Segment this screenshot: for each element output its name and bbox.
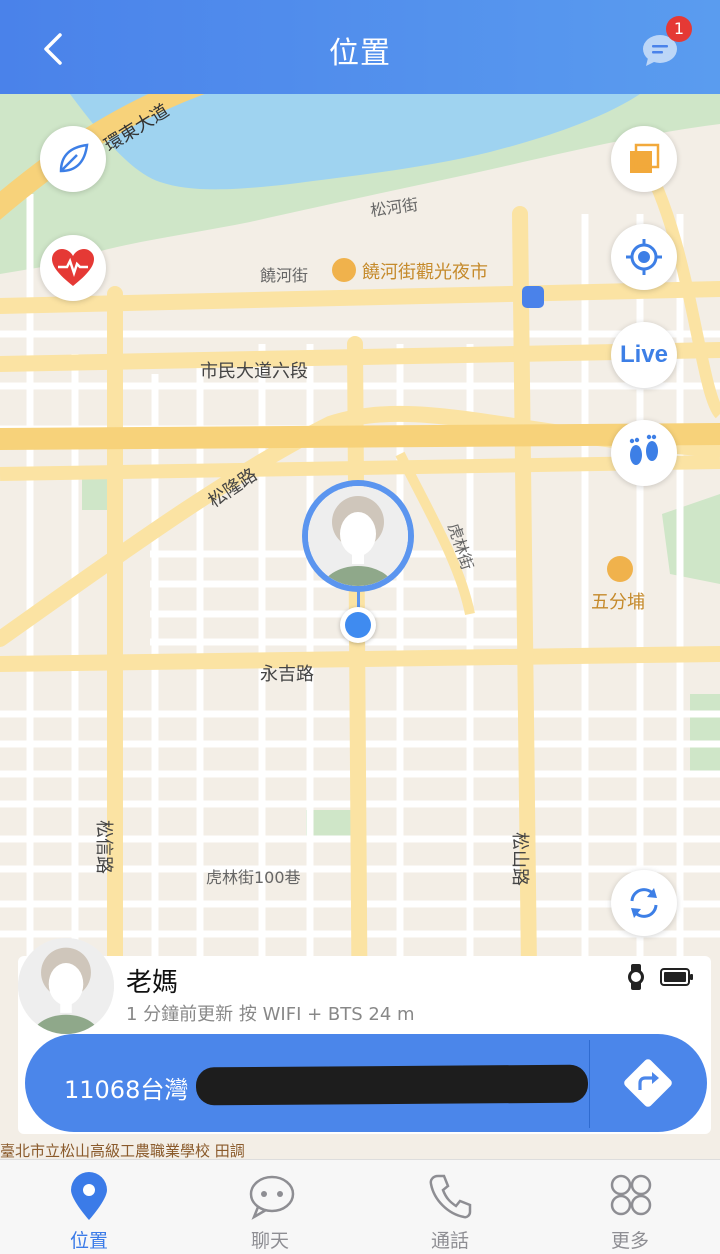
- chat-bubble-icon: [249, 1175, 295, 1220]
- unread-badge: 1: [666, 16, 692, 42]
- live-label: Live: [619, 341, 669, 368]
- map-label-shimin: 市民大道六段: [200, 361, 308, 382]
- tab-more-label: 更多: [610, 1230, 649, 1252]
- map-label-songxin: 松信路: [93, 820, 114, 874]
- phone-icon: [429, 1174, 472, 1219]
- more-grid-icon: [610, 1174, 652, 1216]
- map-label-yongji: 永吉路: [260, 664, 314, 685]
- tab-chat[interactable]: 聊天: [210, 1160, 330, 1254]
- tab-more[interactable]: 更多: [570, 1160, 690, 1254]
- tab-call[interactable]: 通話: [390, 1160, 510, 1254]
- map-layers-button[interactable]: [611, 126, 677, 192]
- map-bottom-labels: 臺北市立松山高級工農職業學校 田調: [0, 1142, 245, 1160]
- device-name: 老媽: [126, 968, 179, 998]
- night-market-icon[interactable]: [332, 258, 356, 282]
- heart-rate-icon: [52, 249, 94, 286]
- live-button[interactable]: Live: [611, 322, 677, 388]
- map-label-songshan: 松山路: [509, 832, 530, 886]
- health-button[interactable]: [40, 235, 106, 301]
- refresh-icon: [630, 888, 658, 918]
- location-pin-icon: [71, 1172, 107, 1220]
- marker-stem: [357, 590, 360, 608]
- leaf-icon: [59, 143, 89, 173]
- avatar-grandma-icon: [308, 486, 408, 586]
- map-label-raohe: 饒河街: [260, 266, 309, 285]
- navigate-icon[interactable]: [622, 1057, 674, 1109]
- tab-call-label: 通話: [430, 1230, 469, 1252]
- tab-location-label: 位置: [69, 1230, 108, 1252]
- locate-button[interactable]: [611, 224, 677, 290]
- location-dot: [340, 607, 376, 643]
- address-divider: [589, 1040, 590, 1128]
- avatar[interactable]: [18, 938, 114, 1034]
- map-label-raohe-market[interactable]: 饒河街觀光夜市: [362, 258, 488, 284]
- battery-icon: [660, 968, 693, 986]
- footprint-button[interactable]: [611, 420, 677, 486]
- redaction-mark: [195, 1064, 589, 1106]
- crown-poi-icon[interactable]: [607, 556, 633, 582]
- tab-chat-label: 聊天: [250, 1230, 289, 1252]
- tab-location[interactable]: 位置: [29, 1160, 149, 1254]
- page-title: 位置: [329, 36, 391, 71]
- tab-bar: 位置 聊天 通話 更多: [0, 1159, 720, 1254]
- map-label-wufenpu[interactable]: 五分埔: [591, 588, 645, 614]
- map-label-hulin100: 虎林街100巷: [206, 868, 301, 887]
- footprint-icon: [629, 434, 658, 465]
- eco-button[interactable]: [40, 126, 106, 192]
- target-icon: [626, 239, 662, 275]
- top-bar: 位置 1: [0, 0, 720, 94]
- metro-station-icon[interactable]: [522, 286, 544, 308]
- avatar-grandma-icon: [18, 938, 114, 1034]
- update-status: 1 分鐘前更新 按 WIFI + BTS 24 m: [126, 1004, 415, 1025]
- refresh-button[interactable]: [611, 870, 677, 936]
- person-marker[interactable]: [302, 480, 414, 592]
- watch-icon: [628, 964, 644, 990]
- address-text: 11068台灣: [64, 1076, 189, 1104]
- layers-icon: [630, 143, 660, 173]
